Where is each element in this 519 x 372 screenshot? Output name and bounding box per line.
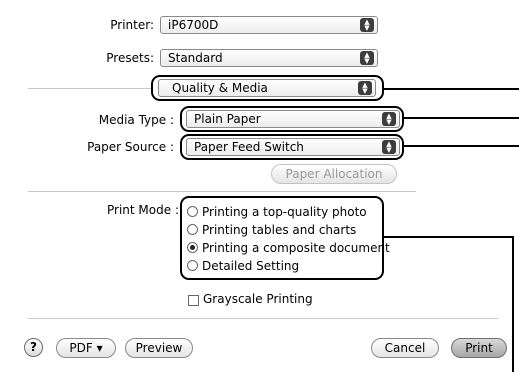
callout-panel-selector bbox=[151, 75, 384, 101]
printer-label: Printer: bbox=[110, 18, 154, 32]
callout-leader-printmode-h bbox=[384, 236, 514, 238]
presets-label: Presets: bbox=[106, 51, 154, 65]
callout-leader-source bbox=[404, 145, 519, 147]
printer-value: iP6700D bbox=[168, 18, 219, 32]
preview-button[interactable]: Preview bbox=[125, 338, 193, 358]
grayscale-label: Grayscale Printing bbox=[203, 292, 313, 306]
paper-source-label: Paper Source : bbox=[87, 140, 174, 154]
callout-media-type bbox=[180, 106, 404, 132]
paper-allocation-button[interactable]: Paper Allocation bbox=[271, 164, 397, 184]
printer-select[interactable]: iP6700D ▲ ▼ bbox=[160, 16, 378, 34]
presets-value: Standard bbox=[168, 51, 223, 65]
callout-print-mode bbox=[180, 196, 384, 280]
presets-select[interactable]: Standard ▲ ▼ bbox=[160, 49, 378, 67]
callout-paper-source bbox=[180, 134, 404, 160]
grayscale-checkbox[interactable] bbox=[188, 295, 199, 306]
separator-middle bbox=[28, 191, 416, 192]
cancel-button[interactable]: Cancel bbox=[371, 338, 439, 358]
separator-top bbox=[28, 88, 152, 89]
callout-leader-media bbox=[404, 117, 519, 119]
chevron-updown-icon: ▲ ▼ bbox=[360, 18, 374, 32]
callout-leader-panel bbox=[384, 88, 519, 90]
print-mode-label: Print Mode : bbox=[107, 203, 179, 217]
help-button[interactable]: ? bbox=[24, 338, 43, 357]
pdf-button[interactable]: PDF ▾ bbox=[56, 338, 116, 358]
print-button[interactable]: Print bbox=[451, 338, 507, 358]
callout-leader-printmode-v bbox=[512, 236, 514, 372]
media-type-label: Media Type : bbox=[98, 113, 174, 127]
separator-bottom bbox=[28, 318, 498, 319]
chevron-updown-icon: ▲ ▼ bbox=[360, 51, 374, 65]
